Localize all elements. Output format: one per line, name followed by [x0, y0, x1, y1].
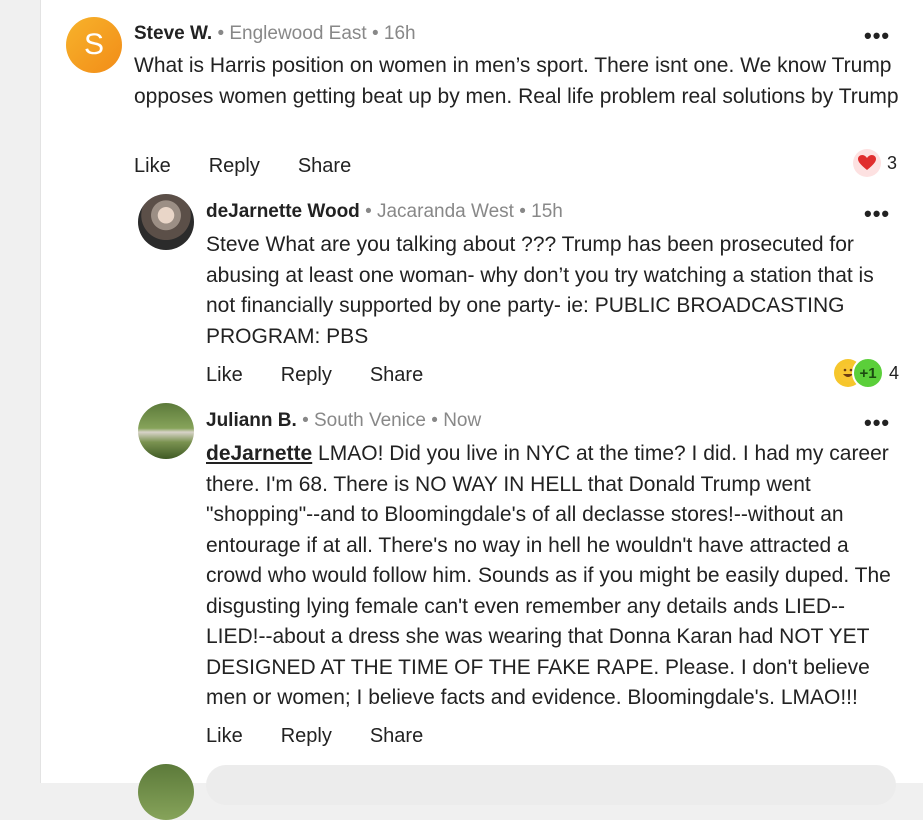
- reply-button[interactable]: Reply: [281, 725, 332, 748]
- current-user-avatar: [138, 764, 194, 820]
- author-name[interactable]: deJarnette Wood: [206, 201, 360, 222]
- avatar[interactable]: [138, 194, 194, 250]
- avatar[interactable]: [138, 403, 194, 459]
- more-options-icon[interactable]: •••: [864, 203, 890, 225]
- comment-text: Steve What are you talking about ??? Tru…: [206, 233, 874, 348]
- comment-text: deJarnette LMAO! Did you live in NYC at …: [206, 439, 896, 714]
- comment-text: What is Harris position on women in men’…: [134, 54, 899, 108]
- heart-icon: [853, 149, 881, 177]
- like-button[interactable]: Like: [206, 725, 243, 748]
- mention-link[interactable]: deJarnette: [206, 442, 312, 465]
- share-button[interactable]: Share: [298, 155, 351, 178]
- author-meta: • Englewood East • 16h: [217, 23, 416, 44]
- author-meta: • Jacaranda West • 15h: [365, 201, 563, 222]
- reaction-summary[interactable]: +1 4: [834, 357, 899, 389]
- more-options-icon[interactable]: •••: [864, 412, 890, 434]
- comment-body: LMAO! Did you live in NYC at the time? I…: [206, 442, 891, 709]
- like-button[interactable]: Like: [206, 364, 243, 387]
- reaction-count: 3: [887, 152, 898, 173]
- plus-one-icon: +1: [852, 357, 884, 389]
- comment-actions: Like Reply Share: [134, 155, 389, 178]
- share-button[interactable]: Share: [370, 725, 423, 748]
- reaction-summary[interactable]: 3: [853, 149, 897, 177]
- more-options-icon[interactable]: •••: [864, 25, 890, 47]
- comment-actions: Like Reply Share: [206, 364, 461, 387]
- reply-input[interactable]: [206, 765, 896, 805]
- share-button[interactable]: Share: [370, 364, 423, 387]
- reply-button[interactable]: Reply: [209, 155, 260, 178]
- reaction-count: 4: [889, 362, 900, 383]
- comment-actions: Like Reply Share: [206, 725, 461, 748]
- avatar[interactable]: S: [66, 17, 122, 73]
- author-name[interactable]: Steve W.: [134, 23, 212, 44]
- reply-button[interactable]: Reply: [281, 364, 332, 387]
- author-name[interactable]: Juliann B.: [206, 410, 297, 431]
- author-meta: • South Venice • Now: [302, 410, 482, 431]
- like-button[interactable]: Like: [134, 155, 171, 178]
